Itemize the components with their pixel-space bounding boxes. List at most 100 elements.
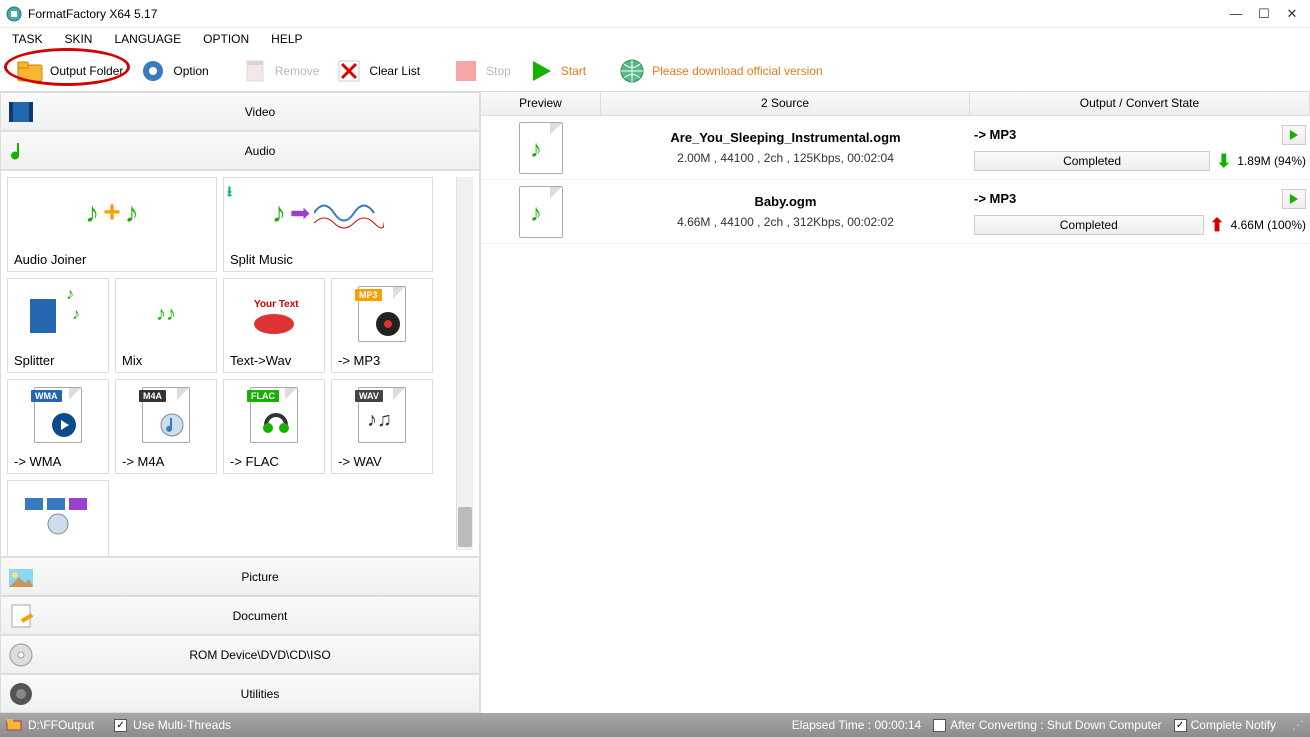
- category-utilities[interactable]: Utilities: [0, 674, 480, 713]
- tile-splitter[interactable]: ♪♪ Splitter: [7, 278, 109, 373]
- remove-icon: [241, 57, 269, 85]
- tile-split-music-label: Split Music: [230, 252, 293, 267]
- task-row[interactable]: ♪ Baby.ogm 4.66M , 44100 , 2ch , 312Kbps…: [481, 180, 1310, 244]
- svg-text:♪: ♪: [66, 289, 74, 303]
- category-video[interactable]: Video: [0, 92, 480, 131]
- play-icon: [527, 57, 555, 85]
- splitter-art: ♪♪: [12, 283, 104, 345]
- window-title: FormatFactory X64 5.17: [28, 7, 157, 21]
- complete-notify-label: Complete Notify: [1191, 718, 1276, 732]
- stop-icon: [452, 57, 480, 85]
- audio-icon: [7, 137, 35, 165]
- task-preview: ♪: [481, 180, 601, 243]
- document-icon: [7, 602, 35, 630]
- tile-text-wav-label: Text->Wav: [230, 353, 291, 368]
- option-label: Option: [173, 64, 208, 78]
- tile-wma[interactable]: WMA -> WMA: [7, 379, 109, 474]
- category-picture[interactable]: Picture: [0, 557, 480, 596]
- size-arrow-icon: ⬆: [1210, 218, 1225, 232]
- task-state-button[interactable]: Completed: [974, 151, 1210, 171]
- text-wav-art: Your Text: [228, 283, 320, 345]
- task-filename: Are_You_Sleeping_Instrumental.ogm: [670, 130, 900, 145]
- folder-small-icon: [6, 716, 22, 735]
- scrollbar[interactable]: [456, 177, 473, 550]
- menu-task[interactable]: TASK: [8, 30, 46, 48]
- category-utilities-label: Utilities: [41, 687, 479, 701]
- task-row[interactable]: ♪ Are_You_Sleeping_Instrumental.ogm 2.00…: [481, 116, 1310, 180]
- tile-m4a-label: -> M4A: [122, 454, 164, 469]
- task-output: -> MP3 Completed ⬆ 4.66M (100%): [970, 180, 1310, 243]
- menu-skin[interactable]: SKIN: [60, 30, 96, 48]
- globe-icon: [618, 57, 646, 85]
- tile-splitter-label: Splitter: [14, 353, 54, 368]
- output-path[interactable]: D:\FFOutput: [28, 718, 94, 732]
- svg-text:♪: ♪: [530, 136, 542, 163]
- multithread-checkbox[interactable]: ✓: [114, 719, 127, 732]
- output-folder-button[interactable]: Output Folder: [8, 53, 131, 89]
- remove-button[interactable]: Remove: [233, 53, 328, 89]
- close-button[interactable]: ✕: [1286, 8, 1298, 20]
- menu-help[interactable]: HELP: [267, 30, 306, 48]
- tile-wma-label: -> WMA: [14, 454, 61, 469]
- tile-split-music[interactable]: ⭳ ♪➡ Split Music: [223, 177, 433, 272]
- stop-button[interactable]: Stop: [444, 53, 519, 89]
- complete-notify-checkbox[interactable]: ✓: [1174, 719, 1187, 732]
- right-panel: Preview 2 Source Output / Convert State …: [481, 92, 1310, 713]
- category-audio[interactable]: Audio: [0, 131, 480, 170]
- disc-icon: [7, 641, 35, 669]
- task-grid-header: Preview 2 Source Output / Convert State: [481, 92, 1310, 116]
- tile-aac[interactable]: -> AAC AC3: [7, 480, 109, 557]
- audio-grid: ♪+♪ Audio Joiner ⭳ ♪➡ Split Music ♪♪ Spl…: [7, 177, 456, 550]
- tile-text-wav[interactable]: Your Text Text->Wav: [223, 278, 325, 373]
- tile-mp3-label: -> MP3: [338, 353, 380, 368]
- mp3-art: MP3: [336, 283, 428, 345]
- aac-art: [12, 485, 104, 547]
- scrollbar-thumb[interactable]: [458, 507, 472, 547]
- task-output: -> MP3 Completed ⬇ 1.89M (94%): [970, 116, 1310, 179]
- tile-audio-joiner[interactable]: ♪+♪ Audio Joiner: [7, 177, 217, 272]
- after-converting-checkbox[interactable]: [933, 719, 946, 732]
- header-output[interactable]: Output / Convert State: [970, 92, 1310, 115]
- category-rom[interactable]: ROM Device\DVD\CD\ISO: [0, 635, 480, 674]
- header-source[interactable]: 2 Source: [601, 92, 970, 115]
- maximize-button[interactable]: ☐: [1258, 8, 1270, 20]
- task-play-button[interactable]: [1282, 125, 1306, 145]
- toolbar: Output Folder Option Remove Clear List S…: [0, 50, 1310, 92]
- resize-grip[interactable]: ⋰: [1292, 718, 1304, 732]
- header-preview[interactable]: Preview: [481, 92, 601, 115]
- task-state-button[interactable]: Completed: [974, 215, 1204, 235]
- elapsed-time: Elapsed Time : 00:00:14: [792, 718, 921, 732]
- tile-mix[interactable]: ♪♪ Mix: [115, 278, 217, 373]
- remove-label: Remove: [275, 64, 320, 78]
- task-play-button[interactable]: [1282, 189, 1306, 209]
- tile-wav[interactable]: WAV♪♫ -> WAV: [331, 379, 433, 474]
- tile-aac-label: -> AAC AC3: [14, 555, 84, 557]
- start-button[interactable]: Start: [519, 53, 594, 89]
- tile-m4a[interactable]: M4A -> M4A: [115, 379, 217, 474]
- main-area: Video Audio ♪+♪ Audio Joiner ⭳ ♪➡: [0, 92, 1310, 713]
- menu-bar: TASK SKIN LANGUAGE OPTION HELP: [0, 28, 1310, 50]
- category-picture-label: Picture: [41, 570, 479, 584]
- clear-icon: [335, 57, 363, 85]
- tile-mp3[interactable]: MP3 -> MP3: [331, 278, 433, 373]
- clear-list-button[interactable]: Clear List: [327, 53, 428, 89]
- task-info: 4.66M , 44100 , 2ch , 312Kbps, 00:02:02: [677, 215, 894, 229]
- tile-flac[interactable]: FLAC -> FLAC: [223, 379, 325, 474]
- category-document-label: Document: [41, 609, 479, 623]
- option-button[interactable]: Option: [131, 53, 216, 89]
- gear-icon: [139, 57, 167, 85]
- category-audio-label: Audio: [41, 144, 479, 158]
- minimize-button[interactable]: —: [1230, 8, 1242, 20]
- task-source: Are_You_Sleeping_Instrumental.ogm 2.00M …: [601, 116, 970, 179]
- task-preview: ♪: [481, 116, 601, 179]
- utilities-icon: [7, 680, 35, 708]
- menu-language[interactable]: LANGUAGE: [110, 30, 185, 48]
- title-bar: FormatFactory X64 5.17 — ☐ ✕: [0, 0, 1310, 28]
- flac-art: FLAC: [228, 384, 320, 446]
- svg-text:♪: ♪: [72, 306, 80, 323]
- clear-list-label: Clear List: [369, 64, 420, 78]
- category-document[interactable]: Document: [0, 596, 480, 635]
- download-official-link[interactable]: Please download official version: [610, 53, 831, 89]
- menu-option[interactable]: OPTION: [199, 30, 253, 48]
- category-rom-label: ROM Device\DVD\CD\ISO: [41, 648, 479, 662]
